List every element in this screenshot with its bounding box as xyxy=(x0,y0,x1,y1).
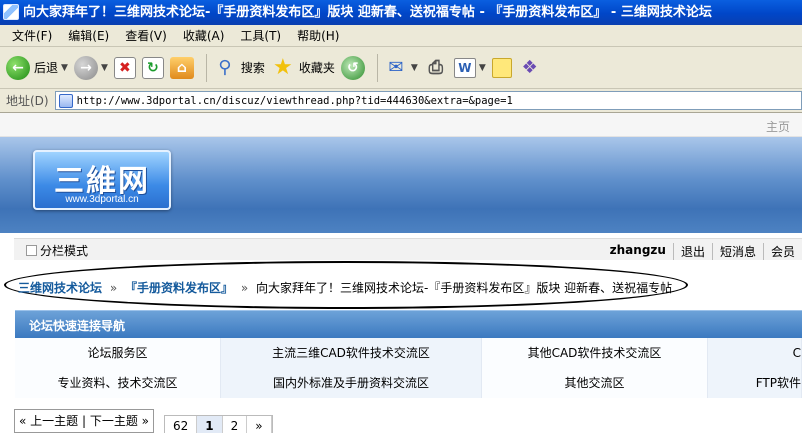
site-banner: 三維网 www.3dportal.cn xyxy=(0,137,802,233)
quick-nav-title: 论坛快速连接导航 xyxy=(29,319,126,333)
print-button[interactable]: ⎙ xyxy=(424,56,448,80)
breadcrumb-thread: 向大家拜年了！三维网技术论坛-『手册资料发布区』版块 迎新春、送祝福专帖 xyxy=(256,281,673,295)
refresh-button[interactable]: ↻ xyxy=(141,56,164,79)
menu-help[interactable]: 帮助(H) xyxy=(289,27,347,44)
history-icon: ↺ xyxy=(340,55,365,80)
search-button[interactable]: ⚲ 搜索 xyxy=(213,56,265,80)
menu-edit[interactable]: 编辑(E) xyxy=(60,27,117,44)
history-button[interactable]: ↺ xyxy=(340,55,365,80)
site-logo[interactable]: 三維网 www.3dportal.cn xyxy=(33,150,171,210)
back-label: 后退 xyxy=(34,61,59,75)
quick-nav-row: 专业资料、技术交流区 国内外标准及手册资料交流区 其他交流区 FTP软件 xyxy=(15,368,802,398)
mail-button[interactable]: ✉ ▼ xyxy=(384,56,418,80)
pagination: 62 1 2 » xyxy=(164,415,273,433)
quick-nav-header: 论坛快速连接导航 xyxy=(15,310,802,338)
messages-link[interactable]: 短消息 xyxy=(711,243,763,260)
url-text: http://www.3dportal.cn/discuz/viewthread… xyxy=(76,94,513,107)
star-icon: ★ xyxy=(273,54,293,80)
refresh-icon: ↻ xyxy=(141,56,164,79)
menu-bar: 文件(F) 编辑(E) 查看(V) 收藏(A) 工具(T) 帮助(H) xyxy=(0,25,802,47)
forward-button[interactable]: → ▼ xyxy=(73,55,108,80)
back-arrow-icon: ← xyxy=(6,55,30,80)
prev-next-thread[interactable]: « 上一主题 | 下一主题 » xyxy=(14,409,154,433)
quick-nav-link[interactable]: 国内外标准及手册资料交流区 xyxy=(221,368,482,398)
user-links: zhangzu 退出 短消息 会员 xyxy=(603,243,802,260)
logout-link[interactable]: 退出 xyxy=(672,243,712,260)
stop-icon: ✖ xyxy=(113,56,136,79)
address-label: 地址(D) xyxy=(6,94,49,108)
breadcrumb-separator: » xyxy=(240,281,249,295)
home-button[interactable]: ⌂ xyxy=(169,56,194,79)
search-label: 搜索 xyxy=(240,61,265,75)
menu-file[interactable]: 文件(F) xyxy=(4,27,60,44)
toolbar: ← 后退 ▼ → ▼ ✖ ↻ ⌂ ⚲ 搜索 ★ 收藏夹 ↺ ✉ ▼ ⎙ W ▼ … xyxy=(0,47,802,89)
research-button[interactable]: ❖ xyxy=(518,56,542,80)
ie-page-icon xyxy=(3,4,19,20)
user-nav-bar: 分栏模式 zhangzu 退出 短消息 会员 xyxy=(14,238,802,260)
discuss-button[interactable] xyxy=(491,57,512,78)
favorites-button[interactable]: ★ 收藏夹 xyxy=(271,54,335,80)
menu-view[interactable]: 查看(V) xyxy=(117,27,175,44)
username-link[interactable]: zhangzu xyxy=(603,243,673,260)
home-icon: ⌂ xyxy=(169,56,194,79)
quick-nav-link[interactable]: 主流三维CAD软件技术交流区 xyxy=(221,338,482,368)
edit-button[interactable]: W ▼ xyxy=(453,57,486,78)
favorites-label: 收藏夹 xyxy=(298,61,335,75)
stop-button[interactable]: ✖ xyxy=(113,56,136,79)
breadcrumb: 三维网技术论坛 » 『手册资料发布区』 » 向大家拜年了！三维网技术论坛-『手册… xyxy=(18,279,672,296)
members-link[interactable]: 会员 xyxy=(762,243,802,260)
quick-nav-link[interactable]: 专业资料、技术交流区 xyxy=(15,368,221,398)
note-icon xyxy=(491,57,512,78)
quick-nav-grid: 论坛服务区 主流三维CAD软件技术交流区 其他CAD软件技术交流区 C 专业资料… xyxy=(15,338,802,398)
page-link-current[interactable]: 1 xyxy=(197,416,223,433)
home-link[interactable]: 主页 xyxy=(766,118,790,135)
window-title-bar[interactable]: 向大家拜年了！三维网技术论坛-『手册资料发布区』版块 迎新春、送祝福专帖 - 『… xyxy=(0,0,802,25)
breadcrumb-board[interactable]: 『手册资料发布区』 xyxy=(125,281,233,295)
edit-dropdown-icon[interactable]: ▼ xyxy=(479,63,486,73)
menu-tools[interactable]: 工具(T) xyxy=(232,27,289,44)
logo-url: www.3dportal.cn xyxy=(65,194,139,205)
mail-icon: ✉ xyxy=(388,56,404,78)
top-strip: 主页 xyxy=(0,113,802,137)
page-icon xyxy=(58,93,73,108)
split-mode-toggle[interactable]: 分栏模式 xyxy=(26,242,88,259)
search-icon: ⚲ xyxy=(218,56,232,78)
address-input[interactable]: http://www.3dportal.cn/discuz/viewthread… xyxy=(54,91,802,110)
split-mode-label: 分栏模式 xyxy=(40,244,89,258)
word-icon: W xyxy=(453,57,476,78)
window-title: 向大家拜年了！三维网技术论坛-『手册资料发布区』版块 迎新春、送祝福专帖 - 『… xyxy=(23,5,712,20)
back-button[interactable]: ← 后退 ▼ xyxy=(6,55,68,80)
breadcrumb-forum[interactable]: 三维网技术论坛 xyxy=(18,281,102,295)
quick-nav-link[interactable]: C xyxy=(708,338,802,368)
split-mode-checkbox[interactable] xyxy=(26,245,37,256)
back-dropdown-icon[interactable]: ▼ xyxy=(61,63,68,73)
quick-nav-row: 论坛服务区 主流三维CAD软件技术交流区 其他CAD软件技术交流区 C xyxy=(15,338,802,368)
quick-nav-link[interactable]: 其他CAD软件技术交流区 xyxy=(482,338,708,368)
quick-nav-link[interactable]: 其他交流区 xyxy=(482,368,708,398)
forward-dropdown-icon[interactable]: ▼ xyxy=(101,63,108,73)
page-link[interactable]: 2 xyxy=(222,416,248,433)
quick-nav-link[interactable]: FTP软件 xyxy=(708,368,802,398)
forward-arrow-icon: → xyxy=(73,55,98,80)
web-page: 主页 三維网 www.3dportal.cn 分栏模式 zhangzu 退出 短… xyxy=(0,113,802,433)
breadcrumb-separator: » xyxy=(109,281,118,295)
toolbar-separator xyxy=(376,53,378,82)
printer-icon: ⎙ xyxy=(428,56,444,78)
quick-nav-link[interactable]: 论坛服务区 xyxy=(15,338,221,368)
page-next-link[interactable]: » xyxy=(247,416,272,433)
toolbar-separator xyxy=(205,53,207,82)
page-count: 62 xyxy=(165,416,198,433)
research-icon: ❖ xyxy=(521,56,538,78)
menu-favorites[interactable]: 收藏(A) xyxy=(175,27,233,44)
address-bar: 地址(D) http://www.3dportal.cn/discuz/view… xyxy=(0,89,802,113)
mail-dropdown-icon[interactable]: ▼ xyxy=(411,63,418,73)
